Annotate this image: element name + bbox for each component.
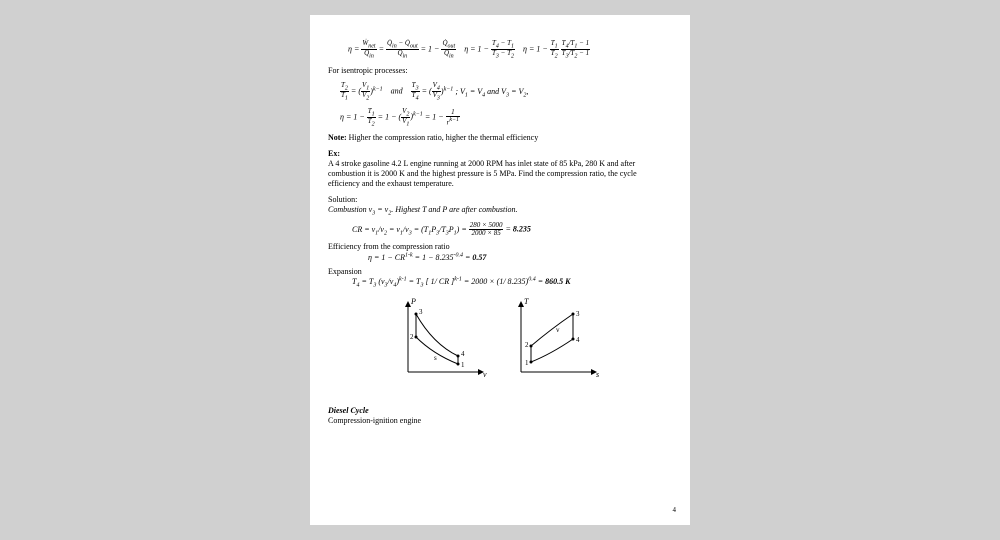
pv-ylabel: P xyxy=(410,297,416,306)
ts-xlabel: s xyxy=(596,370,599,379)
ts-diagram: T s 1 2 3 4 v xyxy=(501,294,606,384)
diesel-title: Diesel Cycle xyxy=(328,406,666,416)
example-label: Ex: xyxy=(328,149,666,159)
svg-text:4: 4 xyxy=(461,350,465,358)
svg-text:2: 2 xyxy=(525,341,529,349)
svg-text:s: s xyxy=(434,354,437,362)
document-page: η = ẆnetQ̇in = Q̇in − Q̇outQ̇in = 1 − Q̇… xyxy=(310,15,690,525)
svg-text:2: 2 xyxy=(410,333,414,341)
pv-diagram: P v 3 2 4 1 s xyxy=(388,294,493,384)
example-text: A 4 stroke gasoline 4.2 L engine running… xyxy=(328,159,666,189)
page-number: 4 xyxy=(673,506,677,515)
solution-label: Solution: xyxy=(328,195,666,205)
efficiency-label: Efficiency from the compression ratio xyxy=(328,242,666,252)
isentropic-line-1: T2T1 = (V1V2)k−1 and T3T4 = (V4V3)k−1 ; … xyxy=(340,82,666,102)
diesel-section: Diesel Cycle Compression-ignition engine xyxy=(328,406,666,426)
svg-text:1: 1 xyxy=(461,361,465,369)
ts-ylabel: T xyxy=(524,297,529,306)
svg-text:3: 3 xyxy=(576,310,580,318)
svg-text:v: v xyxy=(556,326,560,334)
isentropic-header: For isentropic processes: xyxy=(328,66,666,76)
expansion-label: Expansion xyxy=(328,267,666,277)
efficiency-equation: η = 1 − CR1-k = 1 − 8.235-0.4 = 0.57 xyxy=(368,252,666,263)
isentropic-line-2: η = 1 − T1T2 = 1 − (V2V1)k−1 = 1 − 1rk−1 xyxy=(340,108,666,128)
svg-text:4: 4 xyxy=(576,336,580,344)
svg-text:3: 3 xyxy=(419,308,423,316)
note-line: Note: Higher the compression ratio, high… xyxy=(328,133,666,143)
diesel-subtitle: Compression-ignition engine xyxy=(328,416,666,426)
note-label: Note: xyxy=(328,133,347,142)
t4-equation: T4 = T3 (v3/v4)k-1 = T3 [ 1/ CR ]k-1 = 2… xyxy=(352,277,666,291)
pv-xlabel: v xyxy=(483,370,487,379)
eta-equation-row: η = ẆnetQ̇in = Q̇in − Q̇outQ̇in = 1 − Q̇… xyxy=(348,40,666,60)
combustion-statement: Combustion v3 = v2. Highest T and P are … xyxy=(328,205,666,218)
diagram-row: P v 3 2 4 1 s T s 1 2 xyxy=(328,294,666,384)
svg-text:1: 1 xyxy=(525,359,529,367)
note-text: Higher the compression ratio, higher the… xyxy=(349,133,539,142)
cr-equation: CR = v1/v2 = v1/v3 = (T1P3/T3P1) = 280 ×… xyxy=(352,222,666,237)
